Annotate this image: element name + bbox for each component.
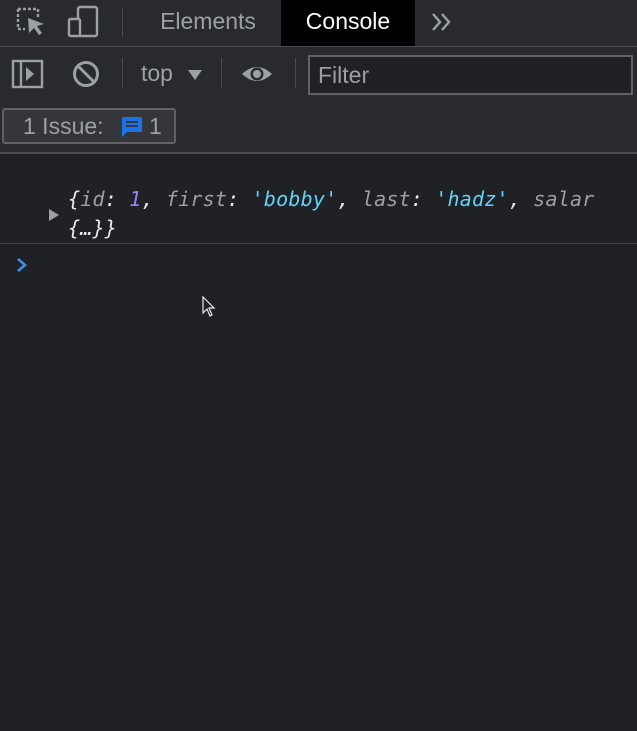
object-token: salar (533, 187, 595, 211)
mouse-cursor-icon (202, 295, 216, 318)
issues-button[interactable]: 1 Issue: 1 (2, 108, 176, 144)
device-toggle-icon[interactable] (67, 5, 101, 39)
prompt-chevron-icon (14, 257, 30, 273)
console-output[interactable]: {id: 1, first: 'bobby', last: 'hadz', sa… (0, 154, 637, 731)
object-token: first (165, 187, 228, 211)
clear-console-icon[interactable] (69, 57, 103, 91)
object-token: : (227, 187, 252, 211)
dropdown-arrow-icon[interactable] (187, 68, 203, 80)
object-token: : (104, 187, 130, 211)
object-preview-nested[interactable]: {…}} (68, 216, 117, 240)
object-token: , (508, 187, 534, 211)
object-token: id (80, 187, 105, 211)
toolbar-divider (295, 58, 296, 88)
issues-count: 1 (149, 113, 162, 139)
console-toolbar: top Filter (0, 47, 637, 100)
object-token: : (410, 187, 436, 211)
object-token: 'hadz' (435, 187, 509, 211)
object-token: , (337, 187, 362, 211)
tab-console[interactable]: Console (281, 0, 415, 46)
object-token: , (141, 187, 166, 211)
expand-arrow-icon[interactable] (48, 208, 60, 222)
issue-message-icon (120, 115, 144, 139)
toolbar-divider (221, 58, 222, 88)
object-token: 'bobby' (251, 187, 338, 211)
context-selector[interactable]: top (141, 60, 173, 87)
issues-label: 1 Issue: (23, 113, 104, 139)
live-expression-eye-icon[interactable] (240, 57, 274, 91)
object-token: last (361, 187, 411, 211)
inspect-element-icon[interactable] (14, 5, 48, 39)
toolbar-divider (122, 58, 123, 88)
console-log-entry[interactable]: {id: 1, first: 'bobby', last: 'hadz', sa… (0, 154, 637, 244)
issues-bar: 1 Issue: 1 (0, 100, 637, 154)
devtools-tab-bar: Elements Console (0, 0, 637, 47)
tab-elements[interactable]: Elements (137, 0, 279, 46)
object-token: 1 (129, 187, 142, 211)
object-preview-line[interactable]: {id: 1, first: 'bobby', last: 'hadz', sa… (68, 187, 594, 211)
sidebar-toggle-icon[interactable] (11, 57, 45, 91)
filter-input[interactable]: Filter (308, 55, 633, 95)
object-token: { (68, 187, 81, 211)
toolbar-divider (122, 7, 123, 37)
more-tabs-icon[interactable] (428, 8, 456, 36)
